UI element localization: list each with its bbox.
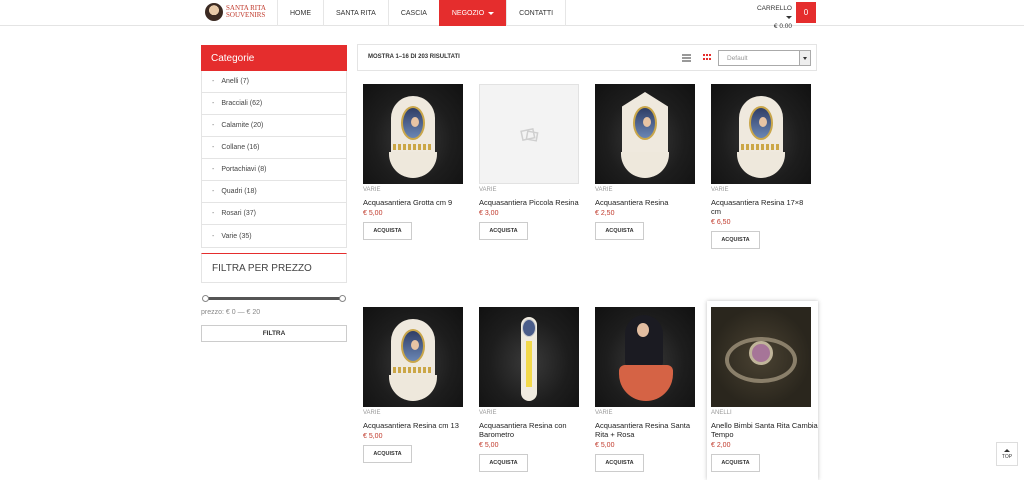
cart-summary[interactable]: CARRELLO € 0.00 [752,4,792,31]
product-name[interactable]: Acquasantiera Resina [595,198,695,207]
product-price: € 5,00 [363,210,383,217]
add-to-cart-button[interactable]: ACQUISTA [363,445,412,463]
cart-total: € 0.00 [773,23,792,30]
cart-count-badge[interactable]: 0 [796,2,816,23]
cart-label: CARRELLO [756,5,792,12]
price-range-text: prezzo: € 0 — € 20 [201,309,261,316]
product-card[interactable]: VARIE Acquasantiera Resina € 2,50 ACQUIS… [595,84,695,240]
product-price: € 3,00 [479,210,499,217]
product-category[interactable]: ANELLI [711,410,818,416]
category-item[interactable]: - Quadri (18) [202,181,346,203]
nav-santa-rita[interactable]: SANTA RITA [323,0,388,26]
back-to-top-button[interactable]: TOP [996,442,1018,466]
product-price: € 5,00 [595,442,615,449]
price-slider[interactable] [202,295,346,302]
product-name[interactable]: Acquasantiera Resina Santa Rita + Rosa [595,421,695,439]
product-card-hovered[interactable]: ANELLI Anello Bimbi Santa Rita Cambia Te… [707,301,818,480]
product-price: € 2,50 [595,210,615,217]
product-name[interactable]: Acquasantiera Resina con Barometro [479,421,579,439]
logo-portrait-icon [205,3,223,21]
product-card[interactable]: VARIE Acquasantiera Piccola Resina € 3,0… [479,84,579,240]
price-filter-title: FILTRA PER PREZZO [201,253,347,283]
product-name[interactable]: Anello Bimbi Santa Rita Cambia Tempo [711,421,818,439]
filter-button[interactable]: FILTRA [201,325,347,342]
product-image[interactable] [479,307,579,407]
nav-contatti[interactable]: CONTATTI [506,0,567,26]
categories-title: Categorie [201,45,347,71]
shop-toolbar: MOSTRA 1–16 DI 203 RISULTATI Default [357,44,817,71]
product-price: € 6,50 [711,219,731,226]
product-image[interactable] [363,307,463,407]
category-item[interactable]: - Collane (16) [202,137,346,159]
product-card[interactable]: VARIE Acquasantiera Resina Santa Rita + … [595,307,695,472]
logo-line2: SOUVENIRS [226,11,266,19]
dropdown-arrow-icon [799,51,810,65]
slider-track [204,297,344,300]
result-count: MOSTRA 1–16 DI 203 RISULTATI [368,54,460,60]
product-name[interactable]: Acquasantiera Resina cm 13 [363,421,463,430]
site-logo[interactable]: SANTA RITA SOUVENIRS [205,3,275,21]
product-image[interactable] [595,84,695,184]
product-category[interactable]: VARIE [595,187,695,193]
product-card[interactable]: VARIE Acquasantiera Resina 17×8 cm € 6,5… [711,84,811,249]
product-category[interactable]: VARIE [363,187,463,193]
product-image[interactable] [595,307,695,407]
add-to-cart-button[interactable]: ACQUISTA [479,454,528,472]
add-to-cart-button[interactable]: ACQUISTA [595,222,644,240]
add-to-cart-button[interactable]: ACQUISTA [363,222,412,240]
product-category[interactable]: VARIE [479,410,579,416]
product-price: € 5,00 [479,442,499,449]
site-header: SANTA RITA SOUVENIRS HOME SANTA RITA CAS… [0,0,1024,30]
main-nav: HOME SANTA RITA CASCIA NEGOZIO CONTATTI [277,0,567,26]
nav-cascia[interactable]: CASCIA [387,0,439,26]
image-placeholder-icon [520,127,539,142]
product-image[interactable] [711,307,811,407]
product-card[interactable]: VARIE Acquasantiera Resina con Barometro… [479,307,579,472]
add-to-cart-button[interactable]: ACQUISTA [595,454,644,472]
product-category[interactable]: VARIE [711,187,811,193]
add-to-cart-button[interactable]: ACQUISTA [479,222,528,240]
add-to-cart-button[interactable]: ACQUISTA [711,231,760,249]
category-item[interactable]: - Rosari (37) [202,203,346,225]
nav-home[interactable]: HOME [277,0,323,26]
sort-select[interactable]: Default [718,50,811,66]
product-image[interactable] [363,84,463,184]
slider-max-handle[interactable] [339,295,346,302]
product-card[interactable]: VARIE Acquasantiera Grotta cm 9 € 5,00 A… [363,84,463,240]
category-item[interactable]: - Portachiavi (8) [202,159,346,181]
product-name[interactable]: Acquasantiera Resina 17×8 cm [711,198,811,216]
categories-list: - Anelli (7) - Bracciali (62) - Calamite (2… [201,71,347,248]
chevron-down-icon [488,11,495,15]
product-category[interactable]: VARIE [595,410,695,416]
category-item[interactable]: - Calamite (20) [202,115,346,137]
slider-min-handle[interactable] [202,295,209,302]
chevron-down-icon [786,16,792,19]
category-item[interactable]: - Varie (35) [202,225,346,247]
arrow-up-icon [1004,448,1010,452]
product-card[interactable]: VARIE Acquasantiera Resina cm 13 € 5,00 … [363,307,463,463]
add-to-cart-button[interactable]: ACQUISTA [711,454,760,472]
product-price: € 5,00 [363,433,383,440]
category-item[interactable]: - Anelli (7) [202,71,346,93]
product-name[interactable]: Acquasantiera Piccola Resina [479,198,579,207]
product-image[interactable] [711,84,811,184]
nav-negozio[interactable]: NEGOZIO [438,0,507,26]
list-view-icon[interactable] [682,54,691,62]
grid-view-icon[interactable] [703,54,711,61]
product-name[interactable]: Acquasantiera Grotta cm 9 [363,198,463,207]
product-image-placeholder[interactable] [479,84,579,184]
product-category[interactable]: VARIE [479,187,579,193]
category-item[interactable]: - Bracciali (62) [202,93,346,115]
product-category[interactable]: VARIE [363,410,463,416]
product-price: € 2,00 [711,442,731,449]
